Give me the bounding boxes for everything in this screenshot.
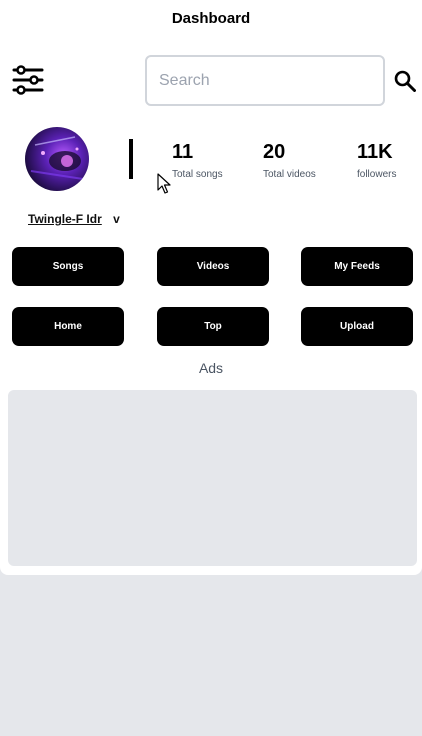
avatar[interactable] [25,127,89,191]
stat-label: followers [357,169,397,180]
home-button[interactable]: Home [12,307,124,346]
ads-placeholder[interactable] [8,390,417,566]
stat-value: 11K [357,141,393,163]
videos-button[interactable]: Videos [157,247,269,286]
top-button[interactable]: Top [157,307,269,346]
songs-button[interactable]: Songs [12,247,124,286]
stat-value: 11 [172,141,194,163]
username-row: Twingle-F Idr v [28,212,120,226]
page-title: Dashboard [171,10,251,27]
sliders-icon[interactable] [12,64,44,96]
dashboard-card: Dashboard Search 11 Total songs 20 Total… [0,0,422,575]
mouse-cursor-icon [157,173,171,194]
search-input[interactable] [145,55,385,106]
avatar-image [25,127,89,191]
stat-total-videos: 20 Total videos [263,141,316,180]
my-feeds-button[interactable]: My Feeds [301,247,413,286]
upload-button[interactable]: Upload [301,307,413,346]
username-link[interactable]: Twingle-F Idr [28,212,102,226]
ads-label: Ads [198,360,224,376]
stat-label: Total songs [172,169,223,180]
chevron-down-icon[interactable]: v [113,212,120,226]
stat-followers: 11K followers [357,141,396,180]
search-icon[interactable] [394,70,416,92]
stat-label: Total videos [263,169,316,180]
stat-value: 20 [263,141,286,163]
stat-total-songs: 11 Total songs [172,141,223,180]
profile-divider [129,139,133,179]
